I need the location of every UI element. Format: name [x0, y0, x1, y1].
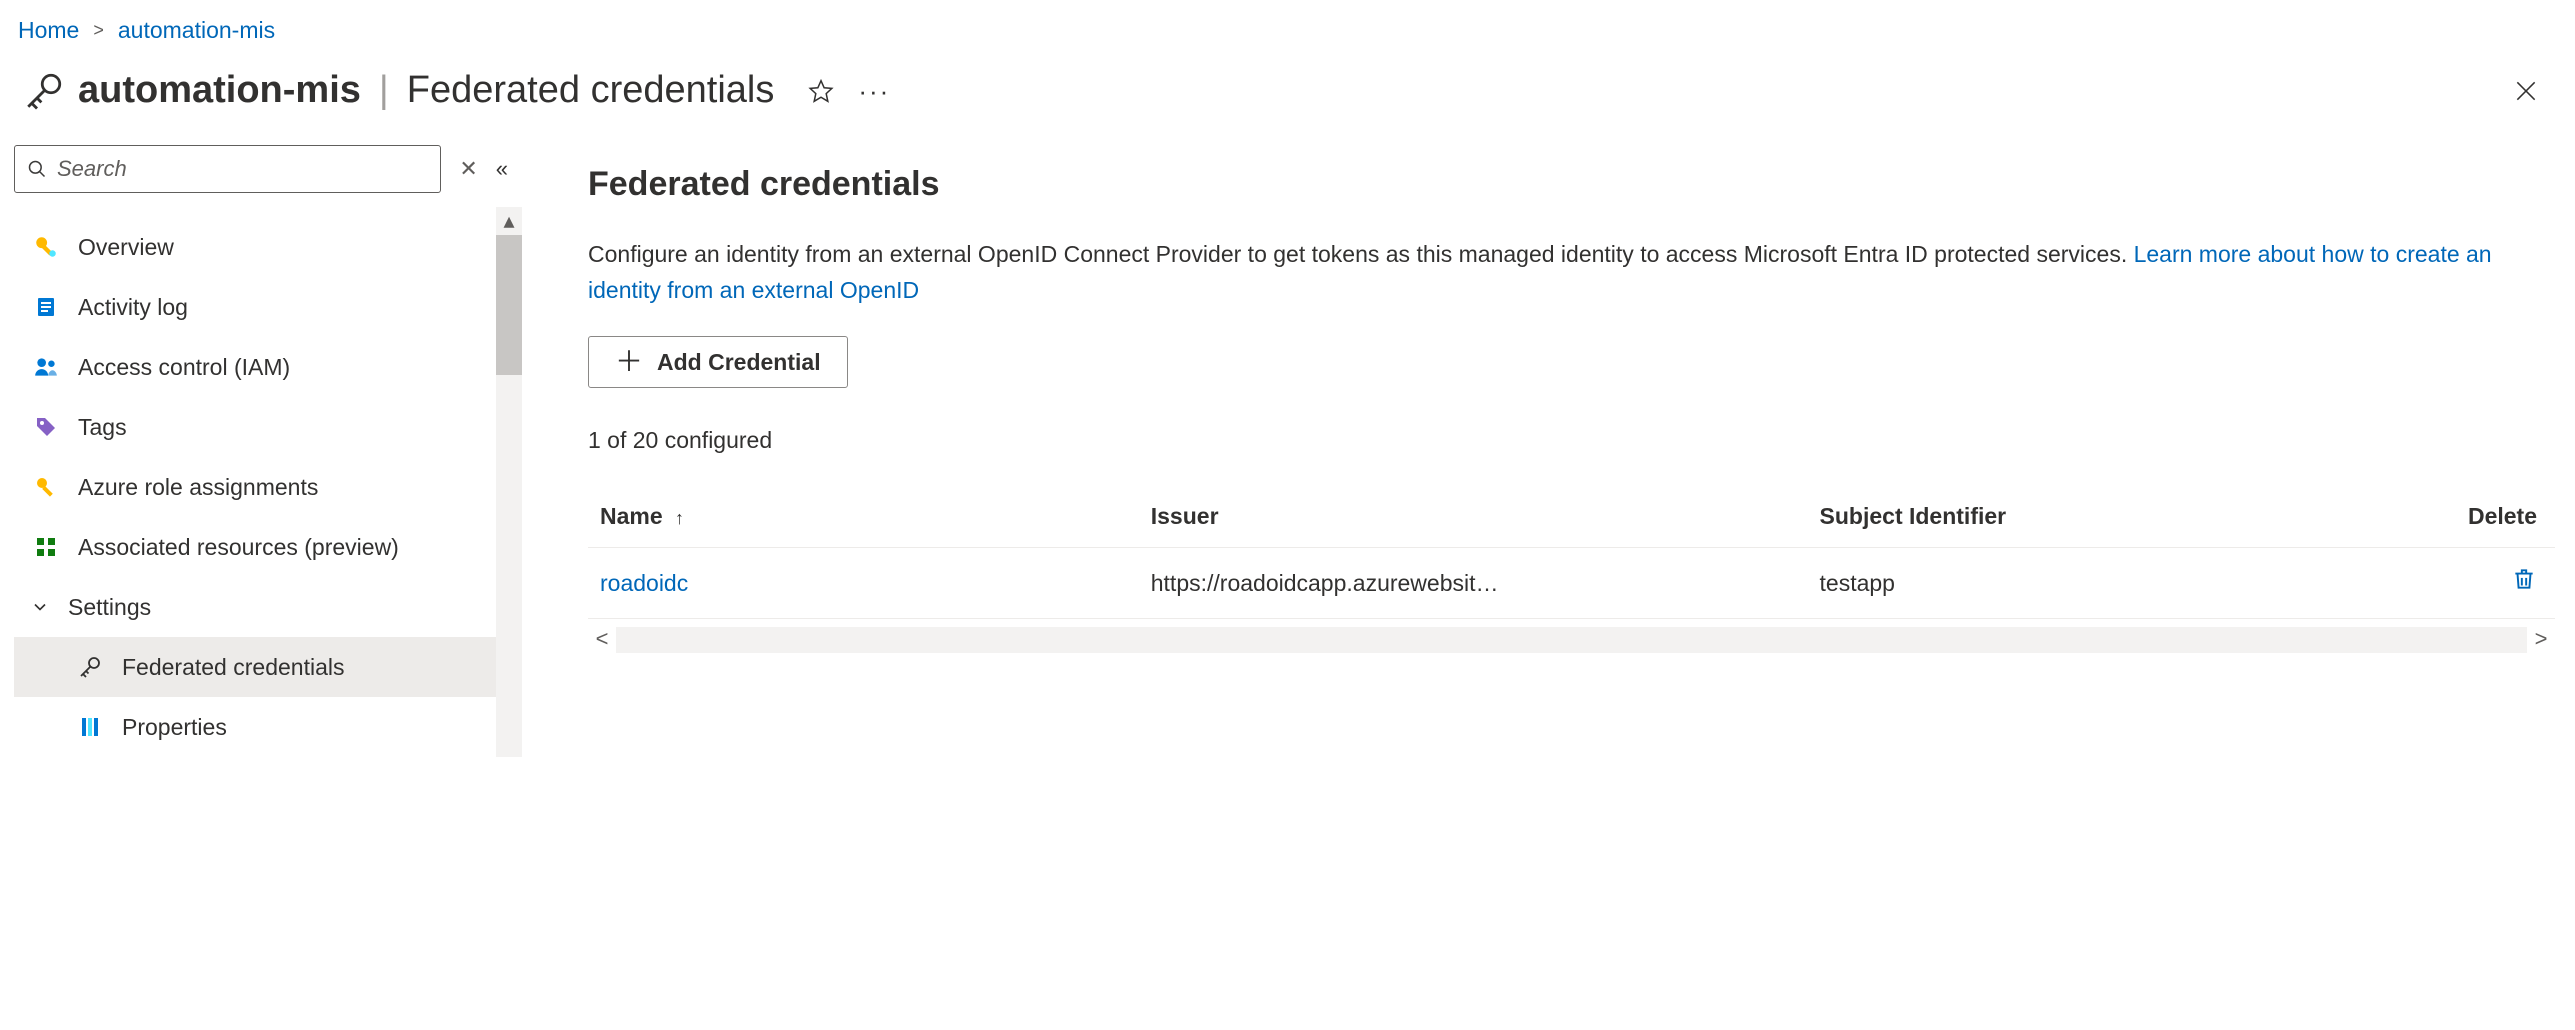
- key-icon: [18, 65, 70, 117]
- key-outline-icon: [74, 651, 106, 683]
- table-horizontal-scrollbar[interactable]: < >: [588, 625, 2555, 655]
- scroll-right-icon[interactable]: >: [2527, 624, 2555, 655]
- scroll-left-icon[interactable]: <: [588, 624, 616, 655]
- col-delete: Delete: [2358, 486, 2555, 547]
- blade-title-section: Federated credentials: [407, 64, 775, 117]
- credential-subject: testapp: [1808, 547, 2359, 618]
- sidebar-search[interactable]: [14, 145, 441, 193]
- sort-asc-icon: ↑: [675, 508, 684, 528]
- more-menu-icon[interactable]: ···: [858, 73, 890, 109]
- blade-title-row: automation-mis | Federated credentials ·…: [0, 56, 2575, 145]
- credential-name-link[interactable]: roadoidc: [600, 570, 688, 596]
- properties-icon: [74, 711, 106, 743]
- collapse-sidebar-icon[interactable]: «: [496, 154, 508, 185]
- key-gold-icon: [30, 231, 62, 263]
- breadcrumb-separator: >: [93, 18, 104, 43]
- nav-settings-header[interactable]: Settings: [14, 577, 508, 637]
- col-subject[interactable]: Subject Identifier: [1808, 486, 2359, 547]
- search-icon: [27, 159, 47, 179]
- key-yellow-icon: [30, 471, 62, 503]
- nav-label: Azure role assignments: [78, 471, 318, 503]
- tag-icon: [30, 411, 62, 443]
- title-separator: |: [379, 64, 389, 117]
- delete-icon[interactable]: [2511, 566, 2537, 592]
- blade-title-resource: automation-mis: [78, 64, 361, 117]
- search-input[interactable]: [57, 156, 428, 182]
- sidebar-nav: Overview Activity log: [14, 217, 508, 757]
- nav-label: Properties: [122, 711, 227, 743]
- nav-label: Overview: [78, 231, 174, 263]
- grid-icon: [30, 531, 62, 563]
- configured-count: 1 of 20 configured: [588, 424, 2555, 456]
- add-credential-button[interactable]: ＋ Add Credential: [588, 336, 848, 388]
- nav-access-control[interactable]: Access control (IAM): [14, 337, 508, 397]
- credentials-table: Name ↑ Issuer Subject Identifier Delete …: [588, 486, 2555, 618]
- scroll-track[interactable]: [616, 627, 2527, 653]
- content-description: Configure an identity from an external O…: [588, 237, 2555, 308]
- chevron-down-icon: [24, 591, 56, 623]
- content-heading: Federated credentials: [588, 161, 2555, 209]
- nav-azure-role[interactable]: Azure role assignments: [14, 457, 508, 517]
- table-row: roadoidc https://roadoidcapp.azurewebsit…: [588, 547, 2555, 618]
- nav-federated-credentials[interactable]: Federated credentials: [14, 637, 508, 697]
- breadcrumb: Home > automation-mis: [0, 0, 2575, 56]
- content-pane: Federated credentials Configure an ident…: [508, 145, 2575, 757]
- nav-overview[interactable]: Overview: [14, 217, 508, 277]
- col-issuer[interactable]: Issuer: [1139, 486, 1808, 547]
- nav-label: Activity log: [78, 291, 188, 323]
- sidebar: ✕ « Overview: [14, 145, 508, 757]
- nav-tags[interactable]: Tags: [14, 397, 508, 457]
- close-blade-icon[interactable]: [2509, 74, 2557, 108]
- nav-label: Federated credentials: [122, 651, 344, 683]
- nav-activity-log[interactable]: Activity log: [14, 277, 508, 337]
- content-description-text: Configure an identity from an external O…: [588, 241, 2134, 267]
- favorite-star-icon[interactable]: [808, 78, 834, 104]
- nav-label: Tags: [78, 411, 127, 443]
- nav-label: Access control (IAM): [78, 351, 290, 383]
- blade-title: automation-mis | Federated credentials: [78, 64, 774, 117]
- col-name-label: Name: [600, 503, 663, 529]
- people-icon: [30, 351, 62, 383]
- breadcrumb-resource[interactable]: automation-mis: [118, 14, 275, 46]
- add-credential-label: Add Credential: [657, 349, 821, 376]
- nav-properties[interactable]: Properties: [14, 697, 508, 757]
- credential-issuer: https://roadoidcapp.azurewebsit…: [1139, 547, 1808, 618]
- breadcrumb-home[interactable]: Home: [18, 14, 79, 46]
- nav-label: Settings: [68, 591, 151, 623]
- log-icon: [30, 291, 62, 323]
- plus-icon: ＋: [615, 348, 643, 376]
- clear-search-icon[interactable]: ✕: [459, 154, 477, 185]
- nav-associated-resources[interactable]: Associated resources (preview): [14, 517, 508, 577]
- col-name[interactable]: Name ↑: [588, 486, 1139, 547]
- nav-label: Associated resources (preview): [78, 531, 399, 563]
